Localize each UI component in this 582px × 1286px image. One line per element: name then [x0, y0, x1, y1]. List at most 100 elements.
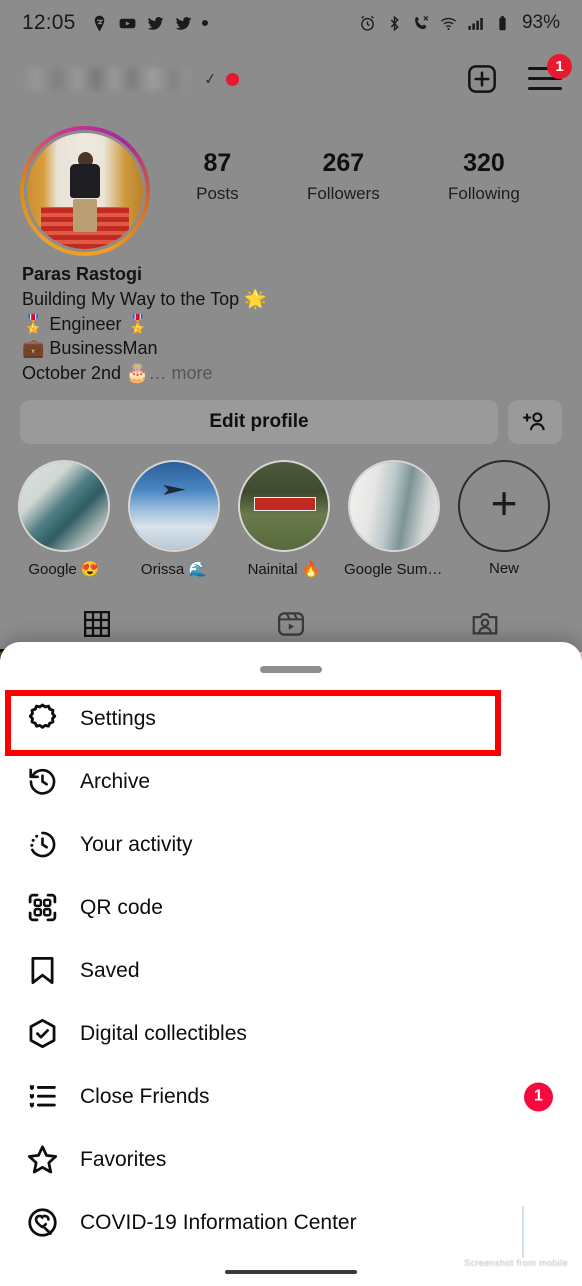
tagged-icon [472, 613, 498, 635]
dot-icon [201, 20, 208, 26]
avatar-person-legs [73, 199, 97, 233]
avatar-image [24, 130, 146, 252]
options-menu-list: Settings Archive Your activity QR code S… [0, 673, 582, 1254]
posts-count: 87 [203, 149, 232, 177]
live-status-dot-icon [225, 72, 239, 86]
home-indicator[interactable] [225, 1270, 357, 1274]
archive-clock-icon [22, 765, 62, 798]
profile-background-layer: 12:05 93% ✓ 1 87 Posts 267 Followers 320… [0, 0, 582, 660]
highlight-new[interactable]: + New [454, 460, 554, 578]
text-cursor-line [522, 1206, 524, 1258]
menu-item-close-friends[interactable]: Close Friends 1 [0, 1065, 582, 1128]
story-highlights-row: Google 😍 Orissa 🌊 Nainital 🔥 Google Summ… [0, 444, 582, 578]
menu-item-label: Favorites [80, 1147, 167, 1171]
highlight-label: Google Summit❤️ [344, 561, 444, 579]
new-post-icon[interactable] [466, 63, 498, 95]
close-friends-badge: 1 [524, 1082, 553, 1111]
alarm-icon [361, 15, 374, 31]
menu-item-qr-code[interactable]: QR code [0, 876, 582, 939]
highlight-image [240, 462, 328, 551]
highlight-thumbnail [128, 460, 220, 553]
activity-clock-icon [22, 828, 62, 861]
gear-icon [22, 702, 62, 735]
bio-more-link[interactable]: … more [148, 363, 212, 383]
close-friends-list-icon [22, 1080, 62, 1113]
hamburger-menu-icon[interactable]: 1 [528, 54, 572, 92]
menu-item-your-activity[interactable]: Your activity [0, 813, 582, 876]
watermark-text: Screenshot from mobile [464, 1258, 568, 1268]
cellular-signal-icon [468, 17, 483, 30]
menu-item-label: Your activity [80, 832, 193, 856]
followers-count: 267 [322, 149, 365, 177]
menu-item-label: QR code [80, 895, 163, 919]
add-person-icon [522, 412, 545, 431]
call-mute-icon [415, 15, 429, 29]
edit-profile-button[interactable]: Edit profile [20, 400, 498, 445]
stat-posts[interactable]: 87 Posts [196, 149, 239, 204]
menu-item-label: Digital collectibles [80, 1021, 247, 1045]
menu-notification-badge: 1 [547, 54, 572, 79]
menu-item-saved[interactable]: Saved [0, 939, 582, 1002]
menu-item-covid-info-center[interactable]: COVID-19 Information Center [0, 1191, 582, 1254]
highlight-thumbnail [348, 460, 440, 553]
twitter-icon [175, 16, 191, 30]
menu-item-label: Saved [80, 958, 140, 982]
stat-followers[interactable]: 267 Followers [306, 149, 380, 204]
covid-info-icon [22, 1206, 62, 1239]
bookmark-icon [22, 954, 62, 987]
battery-percent: 93% [521, 12, 560, 33]
reels-icon [278, 612, 304, 636]
following-count: 320 [463, 149, 505, 177]
menu-item-digital-collectibles[interactable]: Digital collectibles [0, 1002, 582, 1065]
highlight-image [350, 462, 438, 551]
qr-code-icon [22, 891, 62, 924]
following-label: Following [448, 183, 520, 203]
menu-item-label: Settings [80, 706, 156, 730]
username-label[interactable] [20, 68, 190, 90]
display-name: Paras Rastogi [22, 264, 143, 284]
menu-item-label: Close Friends [80, 1084, 210, 1108]
youtube-icon [119, 18, 135, 28]
location-pin-icon [94, 15, 104, 31]
menu-item-favorites[interactable]: Favorites [0, 1128, 582, 1191]
bio-line-3: 💼 BusinessMan [22, 338, 158, 359]
highlight-google-summit[interactable]: Google Summit❤️ [344, 460, 444, 578]
bio-last-text: October 2nd 🎂 [22, 363, 149, 384]
highlight-google[interactable]: Google 😍 [14, 460, 114, 578]
status-bar-notification-icons [90, 14, 208, 33]
sheet-drag-handle[interactable] [260, 666, 322, 673]
grid-icon [84, 611, 110, 638]
plus-icon: + [490, 477, 518, 530]
highlight-label: Nainital 🔥 [247, 561, 321, 579]
menu-item-archive[interactable]: Archive [0, 750, 582, 813]
highlight-orissa[interactable]: Orissa 🌊 [124, 460, 224, 578]
battery-icon [499, 15, 506, 30]
highlight-nainital[interactable]: Nainital 🔥 [234, 460, 334, 578]
add-person-button[interactable] [508, 400, 562, 445]
shield-check-icon [22, 1017, 62, 1050]
highlight-image [20, 462, 108, 551]
wifi-icon [440, 17, 457, 30]
bluetooth-icon [390, 15, 399, 31]
profile-bio: Paras Rastogi Building My Way to the Top… [0, 256, 582, 386]
bio-line-2: 🎖️ Engineer 🎖️ [22, 313, 149, 334]
menu-item-settings[interactable]: Settings [0, 687, 582, 750]
menu-item-label: COVID-19 Information Center [80, 1210, 357, 1234]
stat-following[interactable]: 320 Following [448, 149, 520, 204]
header-actions: 1 [466, 54, 572, 95]
followers-label: Followers [306, 183, 380, 203]
new-highlight-button[interactable]: + [458, 460, 550, 553]
highlight-thumbnail [238, 460, 330, 553]
status-bar-time: 12:05 [22, 11, 76, 34]
burger-line [528, 87, 562, 90]
bio-line-1: Building My Way to the Top 🌟 [22, 288, 267, 309]
instagram-profile-screen: 12:05 93% ✓ 1 87 Posts 267 Followers 320… [0, 0, 582, 1286]
stats-group: 87 Posts 267 Followers 320 Following [150, 126, 562, 204]
profile-stats-row: 87 Posts 267 Followers 320 Following [0, 112, 582, 256]
highlight-thumbnail [18, 460, 110, 553]
profile-action-buttons: Edit profile [0, 386, 582, 445]
options-bottom-sheet: Settings Archive Your activity QR code S… [0, 642, 582, 1286]
status-bar: 12:05 93% [0, 0, 582, 46]
avatar[interactable] [20, 126, 150, 256]
avatar-person-body [70, 164, 100, 199]
